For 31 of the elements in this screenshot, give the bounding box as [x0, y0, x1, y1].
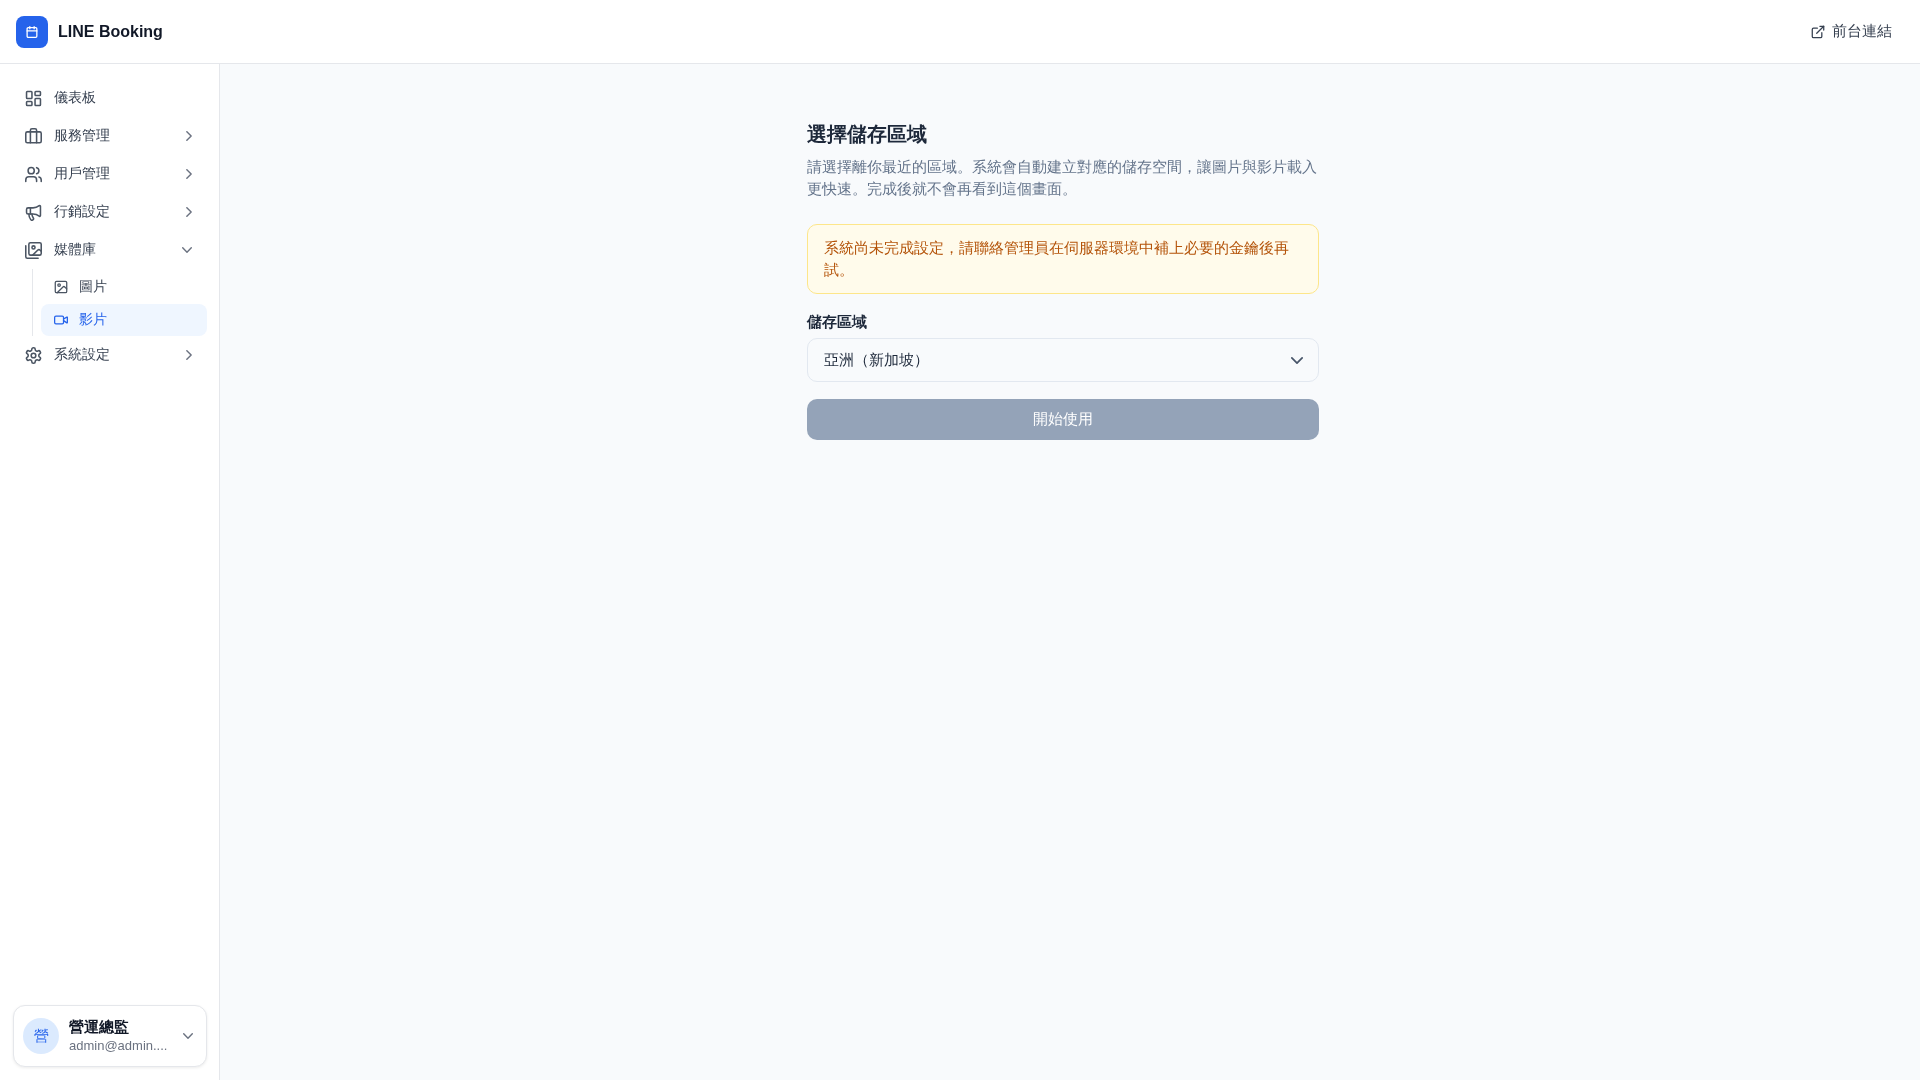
field-label: 儲存區域 — [807, 312, 868, 332]
dashboard-icon — [25, 89, 42, 107]
user-email: admin@admin.... — [69, 1037, 169, 1055]
gallery-icon — [25, 241, 42, 259]
page-title: 選擇儲存區域 — [807, 122, 928, 147]
user-avatar: 營 — [23, 1018, 59, 1054]
chevron-down-icon — [183, 1033, 193, 1039]
sidebar-item[interactable]: 行銷設定 — [12, 193, 207, 231]
sidebar-subitem[interactable]: 影片 — [41, 304, 207, 336]
user-name: 營運總監 — [69, 1017, 130, 1037]
chevron-down-icon — [1291, 356, 1303, 364]
sidebar-item[interactable]: 儀表板 — [12, 79, 207, 117]
warning-alert: 系統尚未完成設定，請聯絡管理員在伺服器環境中補上必要的金鑰後再試。 — [807, 224, 1319, 294]
external-link-icon — [1811, 24, 1825, 39]
sidebar-subitem[interactable]: 圖片 — [41, 271, 207, 303]
page-description: 請選擇離你最近的區域。系統會自動建立對應的儲存空間，讓圖片與影片載入更快速。完成後就不會再看到這個畫面。 — [807, 157, 1318, 199]
video-camera-icon — [54, 313, 68, 327]
sidebar-item[interactable]: 服務管理 — [12, 117, 207, 155]
region-select[interactable]: 亞洲（新加坡） — [807, 338, 1319, 382]
briefcase-icon — [25, 127, 42, 145]
sidebar-item[interactable]: 系統設定 — [12, 336, 207, 374]
user-card[interactable]: 營 營運總監 admin@admin.... — [13, 1005, 207, 1067]
megaphone-icon — [25, 203, 42, 221]
frontend-link[interactable]: 前台連結 — [1811, 22, 1892, 41]
sidebar-item[interactable]: 用戶管理 — [12, 155, 207, 193]
users-icon — [25, 165, 42, 183]
settings-icon — [25, 346, 42, 364]
sidebar-item[interactable]: 媒體庫 — [12, 231, 207, 269]
image-icon — [54, 280, 68, 294]
calendar-icon — [16, 15, 48, 48]
app-name: LINE Booking — [58, 22, 163, 41]
